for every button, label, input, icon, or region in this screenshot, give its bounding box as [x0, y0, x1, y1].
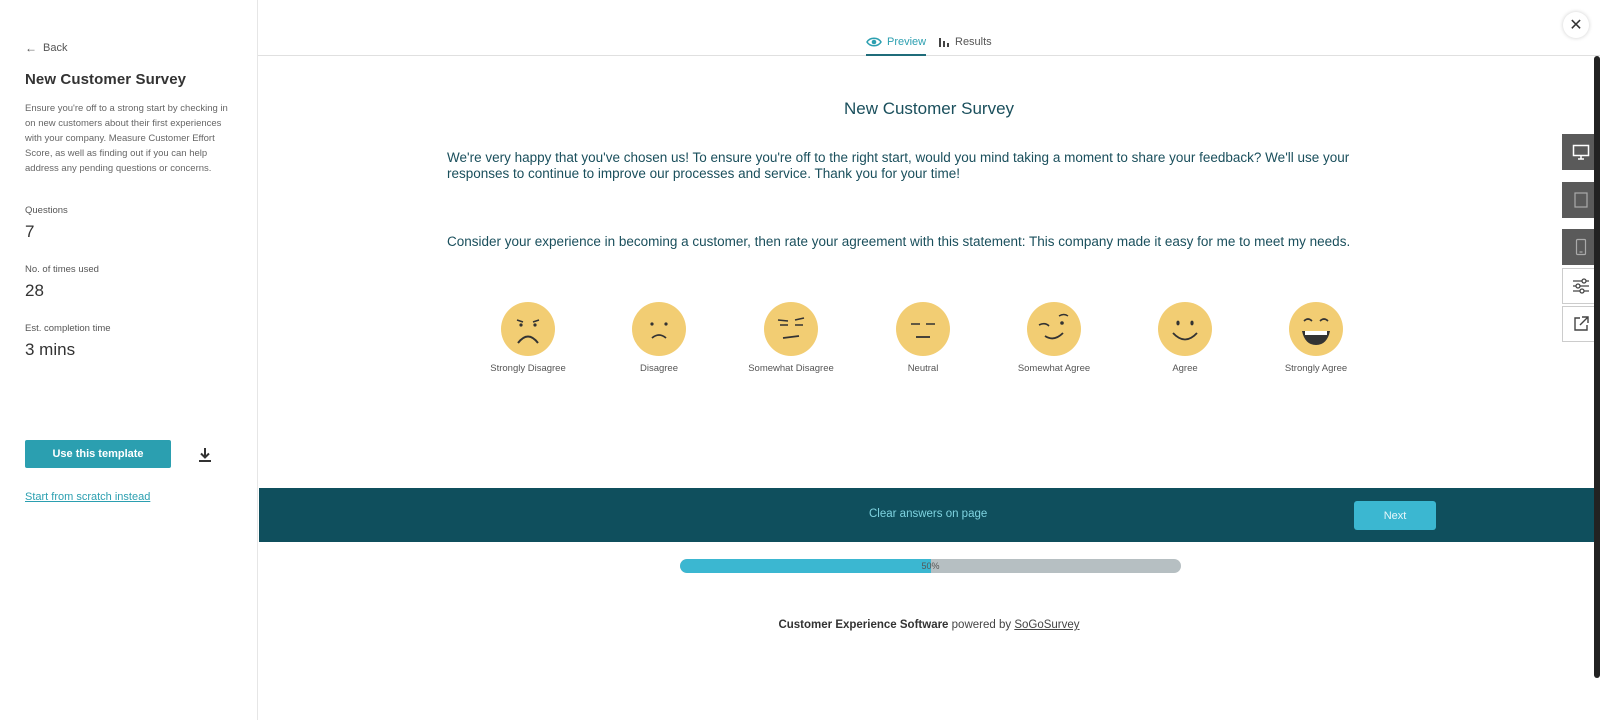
tab-results-label: Results — [955, 36, 992, 48]
tab-results[interactable]: Results — [938, 36, 992, 54]
template-sidebar: ← Back New Customer Survey Ensure you're… — [0, 0, 258, 720]
back-arrow-icon: ← — [25, 41, 37, 55]
template-title: New Customer Survey — [25, 71, 187, 88]
powered-by-footer: Customer Experience Software powered by … — [258, 619, 1600, 631]
start-from-scratch-link[interactable]: Start from scratch instead — [25, 491, 150, 503]
rating-label: Disagree — [639, 363, 679, 374]
completion-time-label: Est. completion time — [25, 323, 111, 334]
clear-answers-link[interactable]: Clear answers on page — [869, 508, 987, 520]
mobile-icon — [1575, 238, 1587, 256]
survey-question: Consider your experience in becoming a c… — [447, 234, 1351, 249]
rating-label: Neutral — [907, 363, 939, 374]
rating-option-somewhat-disagree[interactable]: Somewhat Disagree — [726, 300, 856, 374]
download-icon[interactable] — [196, 446, 214, 464]
close-button[interactable]: ✕ — [1563, 12, 1589, 38]
grin-face-icon — [1289, 302, 1343, 356]
close-icon: ✕ — [1569, 17, 1583, 34]
progress-bar: 50% — [680, 559, 1181, 573]
rating-option-somewhat-agree[interactable]: Somewhat Agree — [989, 300, 1119, 374]
very-sad-face-icon — [501, 302, 555, 356]
survey-intro-text: We're very happy that you've chosen us! … — [447, 150, 1350, 181]
eye-icon — [866, 37, 882, 47]
neutral-face-icon — [896, 302, 950, 356]
template-description: Ensure you're off to a strong start by c… — [25, 103, 228, 174]
progress-text: 50% — [921, 561, 940, 571]
completion-time-value: 3 mins — [25, 340, 76, 359]
tab-preview[interactable]: Preview — [866, 36, 927, 56]
times-used-label: No. of times used — [25, 264, 99, 275]
questions-value: 7 — [25, 222, 35, 241]
wink-face-icon — [1027, 302, 1081, 356]
tablet-icon — [1574, 192, 1588, 208]
smile-face-icon — [1158, 302, 1212, 356]
rating-option-agree[interactable]: Agree — [1120, 300, 1250, 374]
sogosurvey-link[interactable]: SoGoSurvey — [1014, 619, 1079, 631]
rating-label: Strongly Disagree — [490, 363, 566, 374]
rating-scale: Strongly Disagree Disagree Somewhat Disa… — [470, 300, 1410, 380]
survey-title: New Customer Survey — [843, 99, 1015, 118]
powered-product: Customer Experience Software — [778, 619, 949, 631]
rating-option-strongly-agree[interactable]: Strongly Agree — [1251, 300, 1381, 374]
rating-option-neutral[interactable]: Neutral — [858, 300, 988, 374]
rating-label: Somewhat Agree — [1017, 363, 1091, 374]
rating-label: Strongly Agree — [1284, 363, 1348, 374]
rating-label: Somewhat Disagree — [748, 363, 834, 374]
back-link[interactable]: ← Back — [25, 41, 67, 55]
rating-label: Agree — [1172, 363, 1198, 374]
preview-tabs: Preview Results — [258, 0, 1600, 56]
survey-nav-bar: Clear answers on page Next — [259, 488, 1600, 542]
sliders-icon — [1573, 278, 1589, 294]
questions-label: Questions — [25, 205, 68, 216]
powered-by-text: powered by — [948, 619, 1015, 631]
next-button[interactable]: Next — [1354, 501, 1436, 530]
sad-face-icon — [632, 302, 686, 356]
desktop-icon — [1572, 144, 1590, 160]
bar-chart-icon — [939, 38, 949, 47]
rating-option-strongly-disagree[interactable]: Strongly Disagree — [463, 300, 593, 374]
tab-preview-label: Preview — [887, 36, 927, 48]
scrollbar[interactable] — [1594, 56, 1600, 678]
external-link-icon — [1574, 316, 1589, 331]
rating-option-disagree[interactable]: Disagree — [594, 300, 724, 374]
skeptical-face-icon — [764, 302, 818, 356]
times-used-value: 28 — [25, 281, 44, 300]
use-template-button[interactable]: Use this template — [25, 440, 171, 468]
back-label: Back — [43, 42, 68, 54]
